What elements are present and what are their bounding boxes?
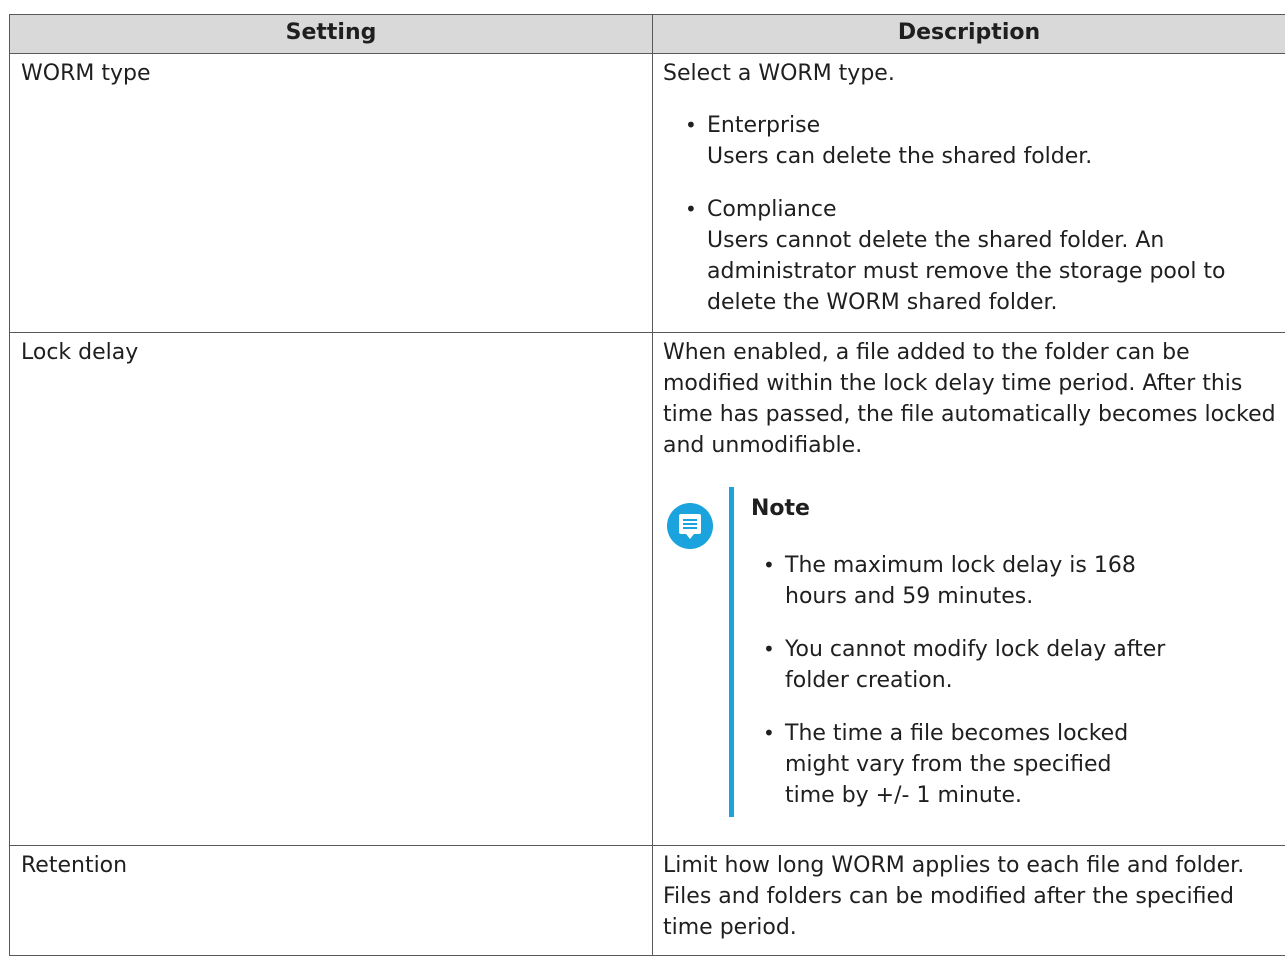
- note-title: Note: [751, 496, 810, 521]
- note-accent-bar: [729, 487, 734, 817]
- option-text: Users cannot delete the shared folder. A…: [707, 228, 1226, 315]
- note-item-text: The time a file becomes locked might var…: [785, 721, 1129, 808]
- note-item-text: The maximum lock delay is 168 hours and …: [785, 553, 1136, 609]
- option-title: Compliance: [707, 197, 837, 222]
- header-description: Description: [652, 14, 1285, 54]
- list-item: • Compliance Users cannot delete the sha…: [663, 194, 1279, 318]
- bullet-icon: •: [763, 721, 775, 745]
- description-intro: Select a WORM type.: [663, 61, 895, 86]
- description-cell: Limit how long WORM applies to each file…: [652, 845, 1285, 956]
- table-header-row: Setting Description: [9, 14, 1285, 54]
- list-item: • The time a file becomes locked might v…: [741, 718, 1279, 811]
- setting-cell: Retention: [9, 845, 653, 956]
- bullet-icon: •: [685, 197, 697, 221]
- description-cell: Select a WORM type. • Enterprise Users c…: [652, 53, 1285, 333]
- bullet-icon: •: [763, 637, 775, 661]
- note-box: Note • The maximum lock delay is 168 hou…: [663, 487, 1279, 817]
- bullet-icon: •: [763, 553, 775, 577]
- list-item: • The maximum lock delay is 168 hours an…: [741, 550, 1279, 612]
- description-cell: When enabled, a file added to the folder…: [652, 332, 1285, 846]
- note-list: • The maximum lock delay is 168 hours an…: [741, 550, 1279, 811]
- header-setting: Setting: [9, 14, 653, 54]
- setting-cell: WORM type: [9, 53, 653, 333]
- option-list: • Enterprise Users can delete the shared…: [663, 110, 1279, 318]
- table-row: WORM type Select a WORM type. • Enterpri…: [9, 53, 1285, 333]
- table-row: Lock delay When enabled, a file added to…: [9, 332, 1285, 846]
- bullet-icon: •: [685, 113, 697, 137]
- note-icon: [667, 503, 713, 549]
- description-intro: Limit how long WORM applies to each file…: [663, 853, 1245, 940]
- option-title: Enterprise: [707, 113, 821, 138]
- table-row: Retention Limit how long WORM applies to…: [9, 845, 1285, 956]
- list-item: • Enterprise Users can delete the shared…: [663, 110, 1279, 172]
- option-text: Users can delete the shared folder.: [707, 144, 1093, 169]
- note-item-text: You cannot modify lock delay after folde…: [785, 637, 1166, 693]
- settings-table: Setting Description WORM type Select a W…: [9, 14, 1285, 956]
- note-body: Note • The maximum lock delay is 168 hou…: [741, 493, 1279, 811]
- description-intro: When enabled, a file added to the folder…: [663, 340, 1276, 458]
- list-item: • You cannot modify lock delay after fol…: [741, 634, 1279, 696]
- setting-cell: Lock delay: [9, 332, 653, 846]
